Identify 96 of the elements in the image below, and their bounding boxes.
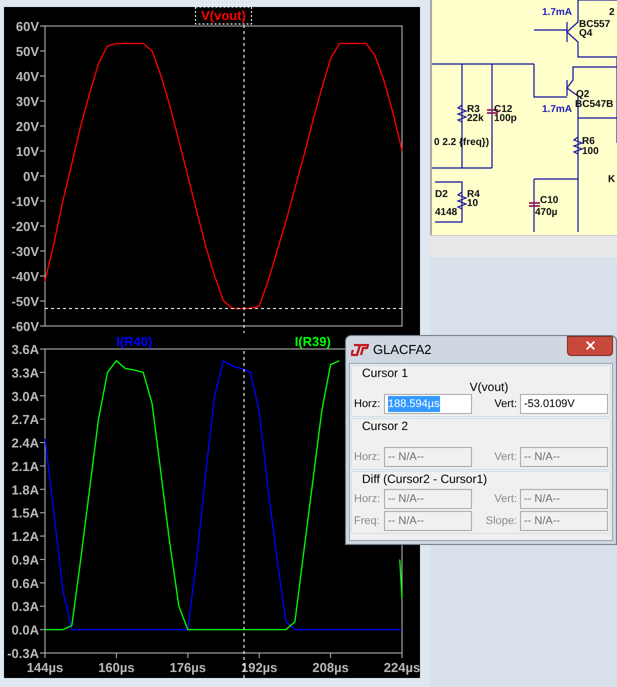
- y-tick-label: 2.7A: [12, 412, 40, 428]
- y-tick: -10V: [12, 194, 46, 209]
- y-tick-label: 0.3A: [12, 599, 40, 614]
- y-tick: -60V: [12, 319, 46, 333]
- component-label: 4148: [435, 207, 458, 218]
- field-label: Vert:: [493, 450, 517, 465]
- y-tick-label: -20V: [12, 219, 40, 234]
- y-tick-label: -10V: [12, 194, 40, 209]
- x-tick-label: 224µs: [384, 660, 420, 675]
- group-label: Cursor 1: [361, 366, 410, 380]
- component-label: R4: [467, 189, 480, 200]
- y-tick-label: 2.1A: [12, 458, 40, 474]
- field-label: Vert:: [493, 396, 517, 412]
- y-tick-label: 0V: [23, 169, 40, 184]
- component-label: K: [608, 174, 616, 185]
- component-label: Q2: [576, 89, 590, 100]
- y-tick: 10V: [16, 144, 46, 159]
- y-tick-label: -60V: [12, 319, 40, 334]
- y-tick: 50V: [16, 44, 46, 59]
- trace-name: V(vout): [468, 380, 508, 394]
- field-label: Horz:: [354, 492, 381, 507]
- y-tick: 0.3A: [12, 599, 46, 614]
- component-label: 22k: [467, 113, 484, 124]
- y-tick-label: 3.3A: [12, 365, 40, 380]
- y-tick: 0.0A: [12, 622, 46, 638]
- y-tick: 1.5A: [12, 506, 46, 521]
- field-label: Freq:: [354, 514, 381, 529]
- y-tick-label: -50V: [12, 294, 40, 309]
- y-tick: -50V: [12, 294, 46, 309]
- y-tick-label: 20V: [16, 119, 40, 134]
- y-tick: 20V: [16, 119, 46, 134]
- component-label: 10: [467, 198, 478, 209]
- y-tick: -0.3A: [7, 646, 46, 661]
- y-tick-label: 40V: [16, 69, 40, 84]
- component-label: R3: [467, 104, 480, 115]
- component-label: 2: [609, 7, 615, 18]
- x-tick: 192µs: [241, 652, 278, 675]
- component-label: 100p: [494, 113, 517, 124]
- x-tick-label: 208µs: [312, 660, 349, 675]
- y-tick: 60V: [16, 19, 46, 34]
- y-tick-label: 30V: [16, 94, 40, 109]
- component-label: D2: [435, 189, 448, 200]
- current-label: 1.7mA: [542, 7, 572, 18]
- y-tick-label: 0.6A: [12, 576, 40, 591]
- y-tick-label: 50V: [16, 44, 40, 59]
- y-tick-label: 1.8A: [12, 482, 40, 498]
- component-label: 100: [582, 146, 599, 157]
- y-tick-label: 1.5A: [12, 506, 40, 521]
- y-tick: 40V: [16, 69, 46, 84]
- x-tick: 160µs: [98, 652, 135, 675]
- y-tick-label: 0.9A: [12, 552, 40, 568]
- y-tick-label: 1.2A: [12, 529, 40, 544]
- field-label: Horz:: [354, 450, 381, 465]
- y-tick-label: 3.6A: [12, 342, 40, 357]
- y-tick: 2.1A: [12, 458, 46, 474]
- component-label: C10: [540, 195, 558, 206]
- y-tick: 1.8A: [12, 482, 46, 498]
- field-label: Slope:: [484, 514, 517, 529]
- y-tick: 2.4A: [12, 436, 46, 451]
- y-tick: -30V: [12, 244, 46, 259]
- y-tick-label: -40V: [12, 269, 40, 284]
- component-label: BC557: [579, 19, 610, 30]
- component-label: C12: [494, 104, 512, 115]
- y-tick-label: -30V: [12, 244, 40, 259]
- x-tick-label: 160µs: [98, 660, 135, 675]
- field-label: Vert:: [493, 492, 517, 507]
- component-label: Q4: [579, 28, 592, 39]
- group-label: Diff (Cursor2 - Cursor1): [361, 472, 488, 486]
- x-tick-label: 144µs: [26, 660, 64, 675]
- component-label: 470µ: [535, 207, 558, 218]
- y-tick: -20V: [12, 219, 46, 234]
- y-tick: 3.3A: [12, 365, 46, 380]
- x-tick-label: 192µs: [240, 660, 278, 675]
- field-label: Horz:: [354, 396, 381, 412]
- y-tick-label: 10V: [16, 144, 40, 159]
- y-tick: 0.6A: [12, 576, 46, 591]
- x-tick: 176µs: [170, 652, 206, 675]
- y-tick: 0V: [23, 169, 46, 184]
- group-label: Cursor 2: [361, 419, 410, 433]
- x-tick: 224µs: [384, 652, 420, 675]
- y-tick: 3.0A: [12, 388, 46, 404]
- y-tick: -40V: [12, 269, 46, 284]
- y-tick-label: 3.0A: [12, 388, 40, 404]
- current-label: 1.7mA: [542, 104, 572, 115]
- y-tick: 1.2A: [12, 529, 46, 544]
- dialog-title: GLACFA2: [373, 340, 432, 359]
- y-tick-label: 60V: [16, 19, 40, 34]
- y-tick: 30V: [16, 94, 46, 109]
- x-tick: 208µs: [312, 652, 349, 675]
- y-tick: 0.9A: [12, 552, 46, 568]
- y-tick-label: 0.0A: [12, 622, 40, 638]
- y-tick-label: 2.4A: [12, 436, 40, 451]
- component-label: R6: [582, 136, 595, 147]
- x-tick-label: 176µs: [170, 660, 206, 675]
- y-tick: 2.7A: [12, 412, 46, 428]
- y-tick: 3.6A: [12, 342, 46, 357]
